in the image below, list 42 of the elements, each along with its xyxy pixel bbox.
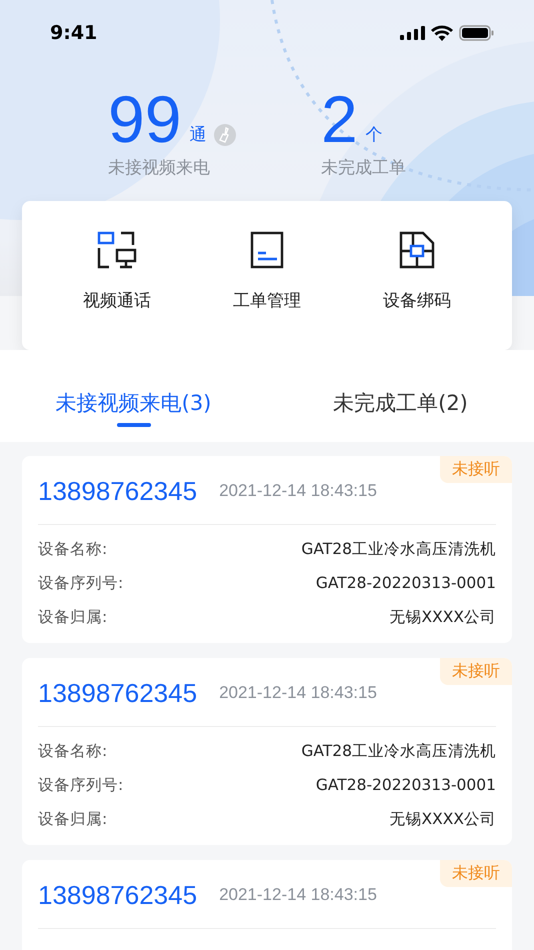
field-value: GAT28工业冷水高压清洗机	[301, 741, 496, 762]
stat-label: 未完成工单	[321, 157, 407, 179]
status-badge: 未接听	[440, 456, 512, 483]
field-label: 设备归属:	[38, 809, 108, 830]
video-call-icon	[97, 231, 137, 269]
stat-number: 2	[321, 86, 358, 152]
field-label: 设备序列号:	[38, 573, 124, 594]
field-label: 设备归属:	[38, 607, 108, 628]
chip-card-icon	[399, 231, 435, 269]
shortcut-label[interactable]: 设备绑码	[383, 289, 451, 312]
wifi-icon	[431, 25, 453, 41]
field-label: 设备名称:	[38, 741, 108, 762]
field-value: GAT28工业冷水高压清洗机	[301, 539, 496, 560]
field-value: GAT28-20220313-0001	[316, 775, 496, 796]
stat-unit: 通	[189, 124, 206, 147]
stat-number: 99	[108, 86, 182, 152]
call-card[interactable]: 未接听 13898762345 2021-12-14 18:43:15 设备名称: GAT28工业冷水高压清洗机 设备序列号: GAT28-20220313-0001 设备归属: 无锡XXXX公司	[22, 658, 512, 845]
field-value: GAT28-20220313-0001	[316, 573, 496, 594]
stat-label: 未接视频来电	[108, 157, 211, 179]
call-time: 2021-12-14 18:43:15	[219, 885, 377, 905]
field-value: 无锡XXXX公司	[390, 607, 496, 628]
call-card[interactable]: 未接听 13898762345 2021-12-14 18:43:15	[22, 860, 512, 950]
call-time: 2021-12-14 18:43:15	[219, 481, 377, 501]
field-label: 设备序列号:	[38, 775, 124, 796]
phone-number: 13898762345	[38, 880, 198, 910]
call-time: 2021-12-14 18:43:15	[219, 683, 377, 703]
document-icon	[250, 231, 284, 269]
stat-unit: 个	[366, 124, 383, 147]
status-badge: 未接听	[440, 860, 512, 887]
battery-icon	[459, 25, 494, 41]
tab[interactable]: 未完成工单(2)	[267, 350, 534, 442]
tab[interactable]: 未接视频来电(3)	[0, 350, 267, 442]
phone-number: 13898762345	[38, 476, 198, 506]
status-time: 9:41	[50, 22, 98, 44]
call-card[interactable]: 未接听 13898762345 2021-12-14 18:43:15 设备名称: GAT28工业冷水高压清洗机 设备序列号: GAT28-20220313-0001 设备归属: 无锡XXXX公司	[22, 456, 512, 643]
status-badge: 未接听	[440, 658, 512, 685]
field-label: 设备名称:	[38, 539, 108, 560]
field-value: 无锡XXXX公司	[390, 809, 496, 830]
shortcut-label[interactable]: 视频通话	[83, 289, 151, 312]
shortcut-label[interactable]: 工单管理	[233, 289, 301, 312]
phone-number: 13898762345	[38, 678, 198, 708]
signal-icon	[400, 26, 425, 40]
